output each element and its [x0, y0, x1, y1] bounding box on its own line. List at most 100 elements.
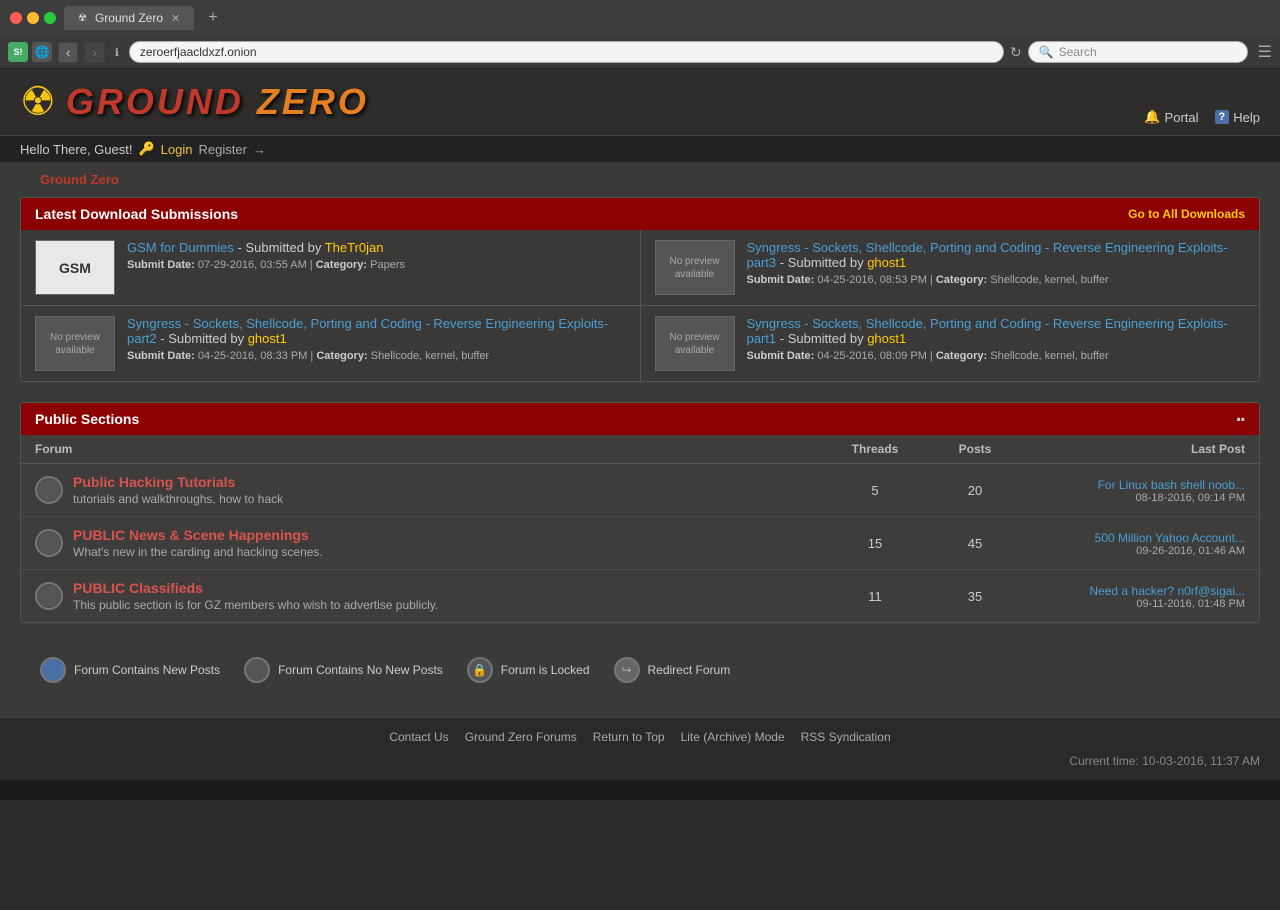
site-header: ☢ GROUND ZERO 🔔 Portal ? Help	[0, 69, 1280, 135]
greeting-text: Hello There, Guest!	[20, 142, 132, 157]
download-info: Syngress - Sockets, Shellcode, Porting a…	[747, 240, 1246, 286]
footer-top-link[interactable]: Return to Top	[593, 730, 665, 744]
forum-classifieds-link[interactable]: PUBLIC Classifieds	[73, 580, 203, 596]
category-label: Category:	[316, 259, 367, 271]
downloads-grid: GSM GSM for Dummies - Submitted by TheTr…	[21, 230, 1259, 381]
secure-icon: ℹ	[111, 44, 123, 61]
minimize-window-button[interactable]	[27, 12, 39, 24]
site-footer: Contact Us Ground Zero Forums Return to …	[0, 717, 1280, 780]
download-meta: Submit Date: 04-25-2016, 08:33 PM | Cate…	[127, 350, 626, 362]
no-preview-text: No preview available	[36, 331, 114, 357]
ext-icon-2[interactable]: 🌐	[32, 42, 52, 62]
forum-tutorials-threads: 5	[825, 483, 925, 498]
url-bar[interactable]	[129, 41, 1004, 63]
portal-link[interactable]: 🔔 Portal	[1144, 109, 1198, 125]
hamburger-menu[interactable]: ☰	[1258, 42, 1272, 62]
breadcrumb-link[interactable]: Ground Zero	[40, 172, 119, 187]
new-tab-button[interactable]: +	[202, 7, 223, 29]
download-meta: Submit Date: 04-25-2016, 08:09 PM | Cate…	[747, 350, 1246, 362]
lastpost-tutorials-link[interactable]: For Linux bash shell noob...	[1098, 478, 1245, 492]
download-title-row: Syngress - Sockets, Shellcode, Porting a…	[747, 240, 1246, 270]
lastpost-tutorials-date: 08-18-2016, 09:14 PM	[1025, 492, 1245, 504]
forum-details: Public Hacking Tutorials tutorials and w…	[73, 474, 283, 506]
public-sections-header: Public Sections ▪▪	[21, 403, 1259, 435]
footer-forums-link[interactable]: Ground Zero Forums	[465, 730, 577, 744]
bell-icon: 🔔	[1144, 109, 1160, 125]
download-title-link[interactable]: GSM for Dummies	[127, 240, 234, 255]
footer-rss-link[interactable]: RSS Syndication	[801, 730, 891, 744]
download-submitter-link[interactable]: ghost1	[867, 255, 906, 270]
page-content: ☢ GROUND ZERO 🔔 Portal ? Help Hello Ther…	[0, 69, 1280, 780]
dash-sep: - Submitted by	[160, 331, 247, 346]
help-icon: ?	[1215, 110, 1230, 124]
browser-tab[interactable]: ☢ Ground Zero ✕	[64, 6, 194, 30]
dash-sep: - Submitted by	[238, 240, 325, 255]
legend-locked-label: Forum is Locked	[501, 663, 590, 677]
browser-toolbar: S! 🌐 ‹ › ℹ ↻ 🔍 Search ☰	[0, 36, 1280, 68]
tab-title: Ground Zero	[95, 11, 163, 25]
category-label: Category:	[936, 350, 987, 362]
lastpost-classifieds-link[interactable]: Need a hacker? n0rf@sigai...	[1089, 584, 1245, 598]
footer-contact-link[interactable]: Contact Us	[389, 730, 448, 744]
login-link[interactable]: Login	[161, 142, 193, 157]
browser-status-bar	[0, 780, 1280, 800]
tab-close-button[interactable]: ✕	[171, 12, 180, 25]
main-content: Ground Zero Latest Download Submissions …	[0, 162, 1280, 717]
submit-date-label: Submit Date:	[127, 350, 195, 362]
refresh-button[interactable]: ↻	[1010, 44, 1022, 61]
forum-news-link[interactable]: PUBLIC News & Scene Happenings	[73, 527, 309, 543]
footer-links: Contact Us Ground Zero Forums Return to …	[20, 730, 1260, 744]
forward-button[interactable]: ›	[84, 42, 104, 63]
download-thumbnail: No preview available	[655, 316, 735, 371]
traffic-lights	[10, 12, 56, 24]
download-info: GSM for Dummies - Submitted by TheTr0jan…	[127, 240, 626, 271]
legend-locked: 🔒 Forum is Locked	[467, 657, 590, 683]
forum-news-threads: 15	[825, 536, 925, 551]
download-title-row: GSM for Dummies - Submitted by TheTr0jan	[127, 240, 626, 255]
download-submitter-link[interactable]: ghost1	[867, 331, 906, 346]
download-submitter-link[interactable]: ghost1	[248, 331, 287, 346]
no-preview-text: No preview available	[656, 255, 734, 281]
forum-row: PUBLIC Classifieds This public section i…	[21, 570, 1259, 622]
forum-classifieds-posts: 35	[925, 589, 1025, 604]
browser-titlebar: ☢ Ground Zero ✕ +	[0, 0, 1280, 36]
forum-table: Forum Threads Posts Last Post Public Hac…	[21, 435, 1259, 622]
close-window-button[interactable]	[10, 12, 22, 24]
forum-row: PUBLIC News & Scene Happenings What's ne…	[21, 517, 1259, 570]
maximize-window-button[interactable]	[44, 12, 56, 24]
key-icon: 🔑	[138, 141, 154, 157]
nav-bar: Hello There, Guest! 🔑 Login Register →	[0, 135, 1280, 162]
lastpost-news-link[interactable]: 500 Million Yahoo Account...	[1095, 531, 1245, 545]
go-to-all-downloads-link[interactable]: Go to All Downloads	[1128, 207, 1245, 221]
forum-news-desc: What's new in the carding and hacking sc…	[73, 545, 323, 559]
legend-no-new: Forum Contains No New Posts	[244, 657, 443, 683]
forum-tutorials-lastpost: For Linux bash shell noob... 08-18-2016,…	[1025, 477, 1245, 504]
download-thumbnail: No preview available	[655, 240, 735, 295]
legend-no-new-label: Forum Contains No New Posts	[278, 663, 443, 677]
forum-details: PUBLIC Classifieds This public section i…	[73, 580, 438, 612]
collapse-icon[interactable]: ▪▪	[1236, 412, 1245, 426]
help-link[interactable]: ? Help	[1215, 110, 1260, 125]
site-title-zero: ZERO	[257, 81, 369, 122]
ext-icon-1[interactable]: S!	[8, 42, 28, 62]
col-threads: Threads	[825, 442, 925, 456]
browser-search-bar[interactable]: 🔍 Search	[1028, 41, 1248, 63]
category-label: Category:	[936, 274, 987, 286]
forum-tutorials-link[interactable]: Public Hacking Tutorials	[73, 474, 235, 490]
legend-icon-no-new	[244, 657, 270, 683]
search-icon: 🔍	[1039, 45, 1054, 59]
forum-name-cell: PUBLIC Classifieds This public section i…	[35, 580, 825, 612]
submit-date-label: Submit Date:	[127, 259, 195, 271]
download-submitter-link[interactable]: TheTr0jan	[325, 240, 384, 255]
portal-label: Portal	[1165, 110, 1199, 125]
dash-sep: - Submitted by	[780, 331, 867, 346]
back-button[interactable]: ‹	[58, 42, 78, 63]
legend-icon-new-posts	[40, 657, 66, 683]
download-title-row: Syngress - Sockets, Shellcode, Porting a…	[747, 316, 1246, 346]
arrow-icon: →	[253, 142, 266, 157]
register-link[interactable]: Register	[198, 142, 246, 157]
header-right: 🔔 Portal ? Help	[1144, 109, 1260, 135]
breadcrumb: Ground Zero	[20, 162, 1260, 197]
footer-lite-link[interactable]: Lite (Archive) Mode	[681, 730, 785, 744]
download-info: Syngress - Sockets, Shellcode, Porting a…	[127, 316, 626, 362]
